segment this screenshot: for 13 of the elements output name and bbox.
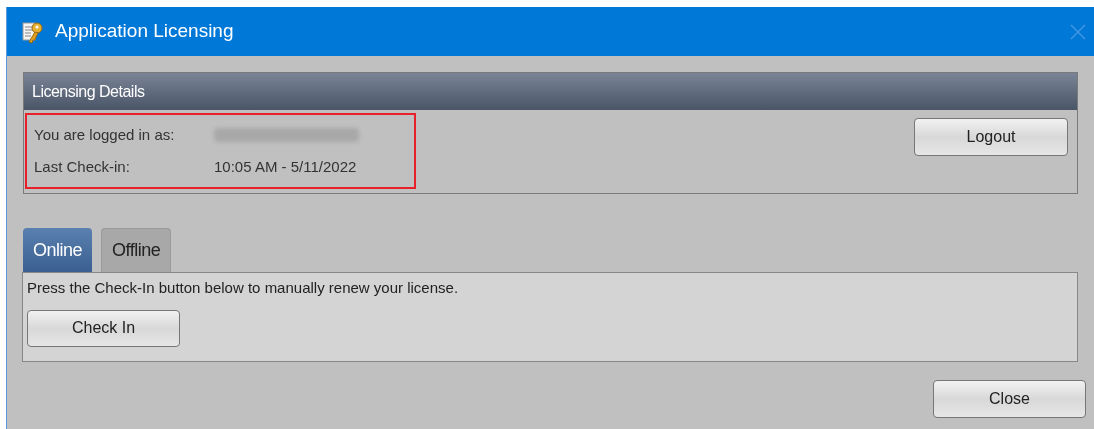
instruction-text: Press the Check-In button below to manually renew your license. (27, 278, 460, 298)
tab[interactable]: Online (23, 228, 93, 272)
close-icon[interactable] (1070, 23, 1086, 40)
panel-title: Licensing Details (32, 81, 145, 102)
check-in-button[interactable]: Check In (27, 309, 180, 347)
field-label: Last Check-in: (34, 157, 131, 177)
close-button[interactable]: Close (933, 380, 1086, 418)
tab[interactable]: Offline (101, 228, 172, 272)
field-label: You are logged in as: (34, 124, 176, 145)
logout-button[interactable]: Logout (914, 118, 1068, 156)
field-value: 10:05 AM - 5/11/2022 (214, 157, 357, 177)
key-document-icon (21, 19, 45, 44)
window-title: Application Licensing (55, 19, 234, 44)
